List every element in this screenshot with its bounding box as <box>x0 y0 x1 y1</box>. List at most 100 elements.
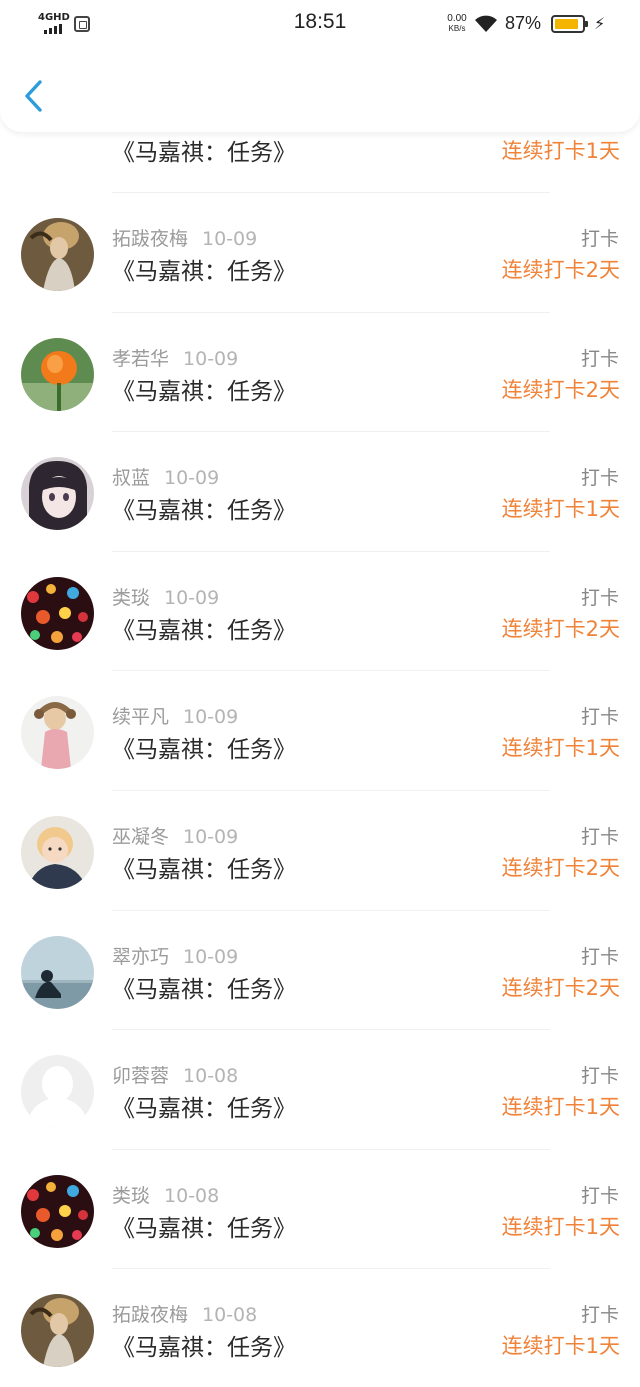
checkin-date: 10-09 <box>164 586 220 609</box>
back-button[interactable] <box>18 78 50 114</box>
task-title: 《马嘉祺：任务》 <box>112 737 296 764</box>
clock: 18:51 <box>293 10 347 33</box>
flower-photo <box>21 337 94 411</box>
streak-label: 连续打卡1天 <box>501 1214 620 1239</box>
list-item[interactable]: 拓跋夜梅 10-08 《马嘉祺：任务》 打卡 连续打卡1天 <box>0 1269 640 1387</box>
portrait-photo <box>21 218 94 291</box>
avatar[interactable] <box>21 457 94 531</box>
user-meta: 拓跋夜梅 10-09 <box>112 224 257 251</box>
checkin-label: 打卡 <box>580 825 619 848</box>
user-name[interactable]: 巫凝冬 <box>112 826 169 848</box>
user-name[interactable]: 卯蓉蓉 <box>112 1065 169 1087</box>
avatar[interactable] <box>21 576 94 650</box>
task-title: 《马嘉祺：任务》 <box>112 259 296 285</box>
user-meta: 拓跋夜梅 10-08 <box>112 1300 257 1327</box>
checkin-label: 打卡 <box>580 706 619 729</box>
task-title: 《马嘉祺：任务》 <box>112 498 296 525</box>
default-avatar-icon <box>21 1055 94 1129</box>
task-title: 《马嘉祺：任务》 <box>112 1096 296 1123</box>
network-speed-unit: KB/s <box>448 24 466 33</box>
user-meta: 续平凡 10-09 <box>112 702 238 729</box>
network-speed-value: 0.00 <box>447 13 467 24</box>
user-meta: 巫凝冬 10-09 <box>112 822 238 849</box>
charging-icon: ⚡ <box>594 14 606 33</box>
checkin-label: 打卡 <box>580 347 619 370</box>
list-item[interactable]: 类琰 10-09 《马嘉祺：任务》 打卡 连续打卡2天 <box>0 552 640 672</box>
avatar[interactable] <box>21 218 94 291</box>
checkin-label: 打卡 <box>580 1065 619 1088</box>
streak-label: 连续打卡1天 <box>501 736 620 761</box>
user-meta: 叔蓝 10-09 <box>112 463 219 490</box>
avatar[interactable] <box>21 935 94 1009</box>
list-item[interactable]: 翠亦巧 10-09 《马嘉祺：任务》 打卡连续打卡2天 <box>0 911 640 1031</box>
network-speed: 0.00 KB/s <box>444 14 470 34</box>
streak-label: 连续打卡2天 <box>501 616 620 641</box>
streak-label: 连续打卡1天 <box>501 1095 620 1120</box>
user-name[interactable]: 拓跋夜梅 <box>112 228 188 250</box>
list-item[interactable]: 叔蓝 10-09 《马嘉祺：任务》 打卡连续打卡1天 <box>0 432 640 552</box>
checkin-date: 10-09 <box>183 347 239 370</box>
chevron-left-icon <box>25 80 42 112</box>
user-name[interactable]: 类琰 <box>112 587 150 609</box>
avatar[interactable] <box>21 1174 94 1248</box>
checkin-label: 打卡 <box>580 1304 619 1327</box>
girl-photo <box>21 696 94 770</box>
checkin-date: 10-09 <box>202 228 258 250</box>
user-meta: 孝若华 10-09 <box>112 344 238 371</box>
seaside-photo <box>21 935 94 1009</box>
avatar[interactable] <box>21 1055 94 1129</box>
anime-girl-photo <box>21 457 94 531</box>
checkin-list: 《马嘉祺：任务》 连续打卡1天 拓跋夜梅 10-09 《马嘉祺：任务》 打卡 连续打卡2天孝… <box>0 55 640 1387</box>
avatar[interactable] <box>21 815 94 889</box>
wifi-icon <box>475 15 497 32</box>
bokeh-lights-photo <box>21 576 94 650</box>
user-name[interactable]: 拓跋夜梅 <box>112 1304 188 1326</box>
child-photo <box>21 815 94 889</box>
user-meta: 卯蓉蓉 10-08 <box>112 1061 238 1088</box>
task-title: 《马嘉祺：任务》 <box>112 856 296 883</box>
list-item[interactable]: 孝若华 10-09 《马嘉祺：任务》 打卡 连续打卡2天 <box>0 313 640 433</box>
checkin-date: 10-09 <box>164 467 220 490</box>
task-title: 《马嘉祺：任务》 <box>112 378 296 405</box>
list-item[interactable]: 卯蓉蓉 10-08 《马嘉祺：任务》 打卡连续打卡1天 <box>0 1030 640 1150</box>
battery-icon <box>551 15 588 33</box>
list-item[interactable]: 巫凝冬 10-09 《马嘉祺：任务》 打卡连续打卡2天 <box>0 791 640 911</box>
checkin-date: 10-09 <box>183 945 239 968</box>
checkin-label: 打卡 <box>580 228 619 250</box>
streak-label: 连续打卡1天 <box>501 497 620 522</box>
user-name[interactable]: 续平凡 <box>112 706 169 728</box>
status-bar: 4GHD 18:51 0.00 KB/s 87% ⚡ <box>0 0 640 50</box>
streak-label: 连续打卡1天 <box>501 139 620 163</box>
user-name[interactable]: 翠亦巧 <box>112 946 169 968</box>
avatar[interactable] <box>21 337 94 411</box>
streak-label: 连续打卡2天 <box>501 258 620 282</box>
task-title: 《马嘉祺：任务》 <box>112 976 296 1003</box>
task-title: 《马嘉祺：任务》 <box>112 1215 296 1242</box>
user-name[interactable]: 孝若华 <box>112 348 169 370</box>
streak-label: 连续打卡1天 <box>501 1334 620 1359</box>
user-name[interactable]: 叔蓝 <box>112 467 150 489</box>
streak-label: 连续打卡2天 <box>501 975 620 1000</box>
battery-level <box>555 19 578 29</box>
user-meta: 类琰 10-09 <box>112 583 219 610</box>
streak-label: 连续打卡2天 <box>501 855 620 880</box>
user-name[interactable]: 类琰 <box>112 1185 150 1207</box>
portrait-photo <box>21 1294 94 1368</box>
list-item[interactable]: 续平凡 10-09 《马嘉祺：任务》 打卡连续打卡1天 <box>0 671 640 791</box>
user-meta: 翠亦巧 10-09 <box>112 942 238 969</box>
avatar[interactable] <box>21 696 94 770</box>
avatar[interactable] <box>21 1294 94 1368</box>
checkin-date: 10-08 <box>164 1184 220 1207</box>
checkin-label: 打卡 <box>580 586 619 609</box>
battery-percent: 87% <box>505 13 542 33</box>
checkin-label: 打卡 <box>580 467 619 490</box>
list-item[interactable]: 拓跋夜梅 10-09 《马嘉祺：任务》 打卡连续打卡2天 <box>0 193 640 313</box>
checkin-date: 10-08 <box>183 1065 239 1088</box>
user-meta: 类琰 10-08 <box>112 1181 219 1208</box>
task-title: 《马嘉祺：任务》 <box>112 140 296 166</box>
list-item[interactable]: 类琰 10-08 《马嘉祺：任务》 打卡 连续打卡1天 <box>0 1150 640 1270</box>
checkin-date: 10-08 <box>202 1304 258 1327</box>
bokeh-lights-photo <box>21 1174 94 1248</box>
checkin-date: 10-09 <box>183 706 239 729</box>
checkin-label: 打卡 <box>580 945 619 968</box>
